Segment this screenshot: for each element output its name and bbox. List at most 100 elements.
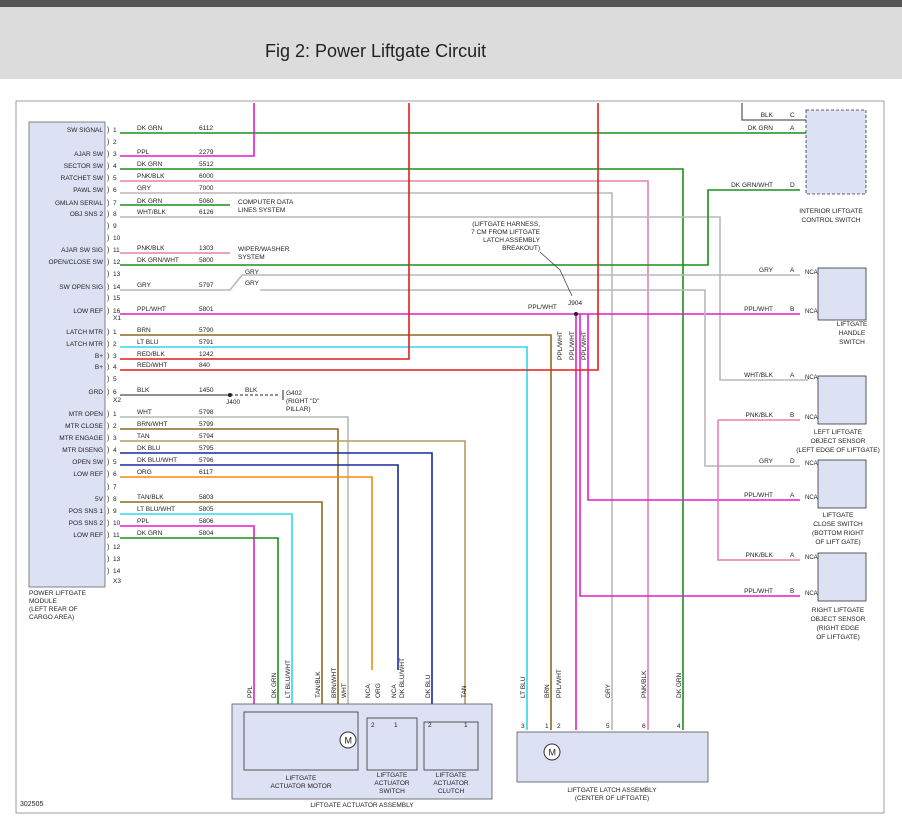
note-harness-1: 7 CM FROM LIFTGATE [471, 229, 541, 236]
circuit-x1-5: 6000 [199, 173, 214, 180]
wire-color-x3-10: PPL [137, 518, 150, 525]
circuit-x3-5: 5796 [199, 457, 214, 464]
actuator-switch-name-2: SWITCH [379, 788, 405, 795]
pin-number-x3-2: 2 [113, 423, 117, 430]
circuit-x2-4: 840 [199, 362, 210, 369]
wire-color-x3-5: DK BLU/WHT [137, 457, 177, 464]
pin-number-x1-4: 4 [113, 163, 117, 170]
module-name-line: POWER LIFTGATE [29, 590, 87, 597]
module-name-line: (LEFT REAR OF [29, 606, 78, 613]
pin-mark: ) [107, 520, 109, 527]
pin-label-x3-1: MTR OPEN [69, 411, 104, 418]
circuit-x1-7: 5060 [199, 198, 214, 205]
left-sensor-name-2: (LEFT EDGE OF LIFTGATE) [796, 447, 880, 454]
note-gry-2: GRY [245, 280, 260, 287]
circuit-x1-12: 5800 [199, 257, 214, 264]
actuator-wire-label-2: LT BLU/WHT [285, 660, 292, 698]
pin-mark: ) [107, 353, 109, 360]
wire-color-x3-8: TAN/BLK [137, 494, 164, 501]
interior-switch-name-0: INTERIOR LIFTGATE [799, 208, 863, 215]
pin-label-x1-16: LOW REF [73, 308, 103, 315]
left-sensor-name-1: OBJECT SENSOR [811, 438, 866, 445]
connector-x2: X2 [113, 397, 121, 404]
actuator-wire-label-9: DK BLU/WHT [399, 658, 406, 698]
pin-number-x3-4: 4 [113, 447, 117, 454]
close-switch [817, 459, 867, 509]
pin-number-x1-2: 2 [113, 139, 117, 146]
wire-x1-14 [120, 274, 800, 291]
pin-mark: ) [107, 411, 109, 418]
handle-switch-pin-B: B [790, 306, 794, 313]
right-sensor-wire-A: PNK/BLK [746, 552, 774, 559]
close-switch-nca-1: NCA [805, 495, 818, 501]
wire-color-x1-1: DK GRN [137, 125, 163, 132]
latch-pin-3: 3 [521, 723, 525, 730]
module-name: POWER LIFTGATEMODULE(LEFT REAR OFCARGO A… [29, 590, 87, 621]
handle-switch-name-0: LIFTGATE [837, 321, 868, 328]
latch-pin-6: 6 [642, 723, 646, 730]
note-harness-2: LATCH ASSEMBLY [483, 237, 540, 244]
wire-pnk-sensor [717, 420, 800, 561]
left-sensor-wire-B: PNK/BLK [746, 412, 774, 419]
pin-number-x1-15: 15 [113, 295, 121, 302]
pin-mark: ) [107, 295, 109, 302]
actuator-wire-label-8: NCA [391, 684, 398, 698]
pin-label-x3-3: MTR ENGAGE [59, 435, 103, 442]
right-sensor-wire-B: PPL/WHT [744, 588, 773, 595]
actuator-wire-label-11: TAN [461, 685, 468, 698]
circuit-x3-11: 5804 [199, 530, 214, 537]
splice-j904 [574, 312, 578, 316]
right-sensor-pin-A: A [790, 552, 795, 559]
circuit-x1-8: 6126 [199, 209, 214, 216]
circuit-x1-11: 1303 [199, 245, 214, 252]
pin-mark: ) [107, 544, 109, 551]
wire-color-x3-6: ORG [137, 469, 152, 476]
wire-color-x1-8: WHT/BLK [137, 209, 167, 216]
pin-number-x2-4: 4 [113, 364, 117, 371]
wire-color-x1-16: PPL/WHT [137, 306, 166, 313]
actuator-clutch-name-1: ACTUATOR [433, 780, 468, 787]
interior-switch-name-1: CONTROL SWITCH [802, 217, 861, 224]
right-sensor-nca-0: NCA [805, 555, 818, 561]
pin-label-x3-8: 5V [95, 496, 104, 503]
note-wiper-2: SYSTEM [238, 254, 265, 261]
pin-number-x1-14: 14 [113, 284, 121, 291]
note-computer-data-2: LINES SYSTEM [238, 207, 285, 214]
actuator-assembly-name: LIFTGATE ACTUATOR ASSEMBLY [310, 802, 414, 809]
left-sensor-pin-A: A [790, 372, 795, 379]
actuator-wire-label-5: WHT [341, 683, 348, 698]
actuator-pin-3: 1 [464, 722, 468, 729]
wire-color-x1-7: DK GRN [137, 198, 163, 205]
pin-label-x1-12: OPEN/CLOSE SW [48, 259, 103, 266]
diagram-id: 302505 [20, 801, 43, 808]
actuator-wire-label-7: ORG [375, 683, 382, 698]
actuator-wire-label-0: PPL [247, 685, 254, 698]
pin-label-x1-3: AJAR SW [74, 151, 104, 158]
pin-number-x1-7: 7 [113, 200, 117, 207]
pin-mark: ) [107, 435, 109, 442]
circuit-x3-2: 5799 [199, 421, 214, 428]
pin-mark: ) [107, 329, 109, 336]
actuator-switch-name-1: ACTUATOR [374, 780, 409, 787]
circuit-x2-1: 5790 [199, 327, 214, 334]
pin-mark: ) [107, 364, 109, 371]
pin-number-x1-13: 13 [113, 271, 121, 278]
latch-name-1: (CENTER OF LIFTGATE) [575, 795, 649, 802]
wire-color-x1-11: PNK/BLK [137, 245, 165, 252]
pin-mark: ) [107, 151, 109, 158]
pin-mark: ) [107, 271, 109, 278]
latch-wire-label-0: LT BLU [520, 676, 527, 698]
wire-blk-interior [741, 103, 806, 121]
latch-pin-4: 4 [677, 723, 681, 730]
latch-pin-5: 5 [606, 723, 610, 730]
pin-number-x3-7: 7 [113, 484, 117, 491]
pin-number-x3-6: 6 [113, 471, 117, 478]
pin-label-x2-1: LATCH MTR [66, 329, 103, 336]
wire-color-x2-2: LT BLU [137, 339, 159, 346]
pin-number-x2-1: 1 [113, 329, 117, 336]
latch-wire-label-4: PNK/BLK [641, 670, 648, 698]
splice-label: J904 [568, 300, 582, 307]
circuit-x3-10: 5806 [199, 518, 214, 525]
pin-label-x3-5: OPEN SW [72, 459, 104, 466]
pin-number-x1-3: 3 [113, 151, 117, 158]
